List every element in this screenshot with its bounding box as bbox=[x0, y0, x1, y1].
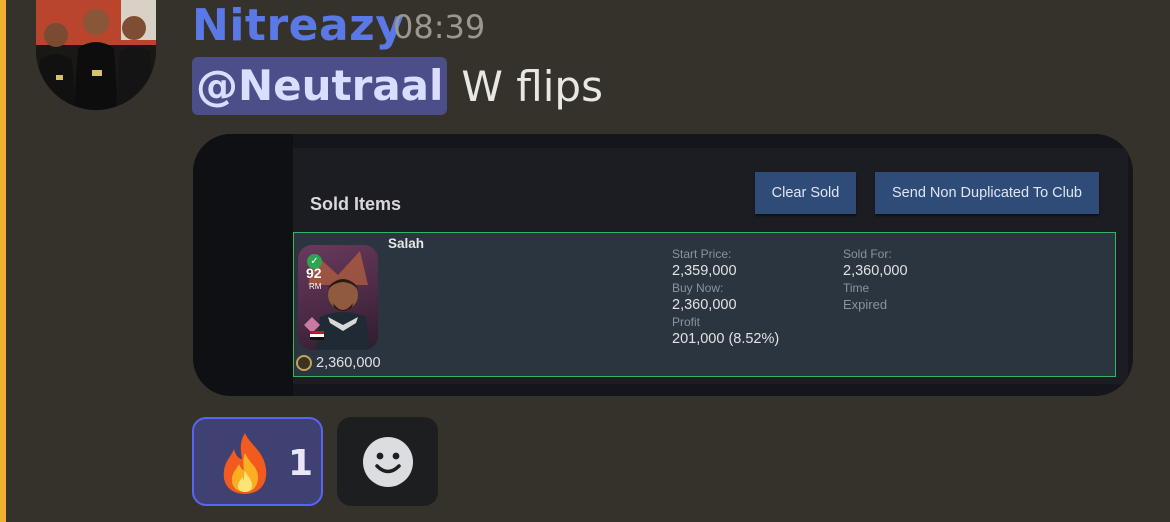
clear-sold-button[interactable]: Clear Sold bbox=[755, 172, 856, 214]
message-text: W flips bbox=[461, 61, 603, 111]
panel-title: Sold Items bbox=[310, 194, 402, 214]
message-content: @Neutraal W flips bbox=[192, 56, 603, 116]
fire-emoji-icon bbox=[216, 431, 274, 499]
check-icon: ✓ bbox=[307, 254, 322, 269]
mention-highlight-bar bbox=[0, 0, 6, 522]
item-price: 2,360,000 bbox=[296, 355, 381, 371]
fire-reaction-button[interactable]: 1 bbox=[192, 417, 323, 506]
user-avatar[interactable] bbox=[36, 0, 156, 110]
sold-for-label: Sold For: bbox=[843, 247, 892, 261]
coin-icon bbox=[296, 355, 312, 371]
smiley-icon bbox=[363, 437, 413, 487]
user-mention[interactable]: @Neutraal bbox=[192, 57, 448, 115]
time-value: Expired bbox=[843, 297, 888, 312]
add-reaction-button[interactable] bbox=[337, 417, 438, 506]
time-label: Time bbox=[843, 281, 870, 295]
reaction-count: 1 bbox=[288, 443, 314, 484]
image-dark-margin bbox=[193, 134, 293, 396]
price-value: 2,360,000 bbox=[316, 355, 381, 371]
start-price-value: 2,359,000 bbox=[672, 263, 737, 279]
sold-for-value: 2,360,000 bbox=[843, 263, 908, 279]
buy-now-label: Buy Now: bbox=[672, 281, 724, 295]
sold-item-row[interactable]: ✓ 92 RM Salah 2,360,000 Start Price: 2,3… bbox=[293, 232, 1116, 377]
profit-value: 201,000 (8.52%) bbox=[672, 331, 780, 347]
player-name: Salah bbox=[388, 236, 425, 251]
profit-label: Profit bbox=[672, 315, 701, 329]
username[interactable]: Nitreazy bbox=[192, 0, 404, 51]
image-attachment[interactable]: Sold Items Clear Sold Send Non Duplicate… bbox=[193, 134, 1133, 396]
buy-now-value: 2,360,000 bbox=[672, 297, 737, 313]
send-to-club-button[interactable]: Send Non Duplicated To Club bbox=[875, 172, 1099, 214]
player-position: RM bbox=[309, 282, 322, 291]
message-timestamp: 08:39 bbox=[393, 8, 486, 46]
player-card: ✓ 92 RM bbox=[298, 245, 378, 350]
sold-items-panel: Sold Items Clear Sold Send Non Duplicate… bbox=[293, 148, 1128, 384]
start-price-label: Start Price: bbox=[672, 247, 732, 261]
